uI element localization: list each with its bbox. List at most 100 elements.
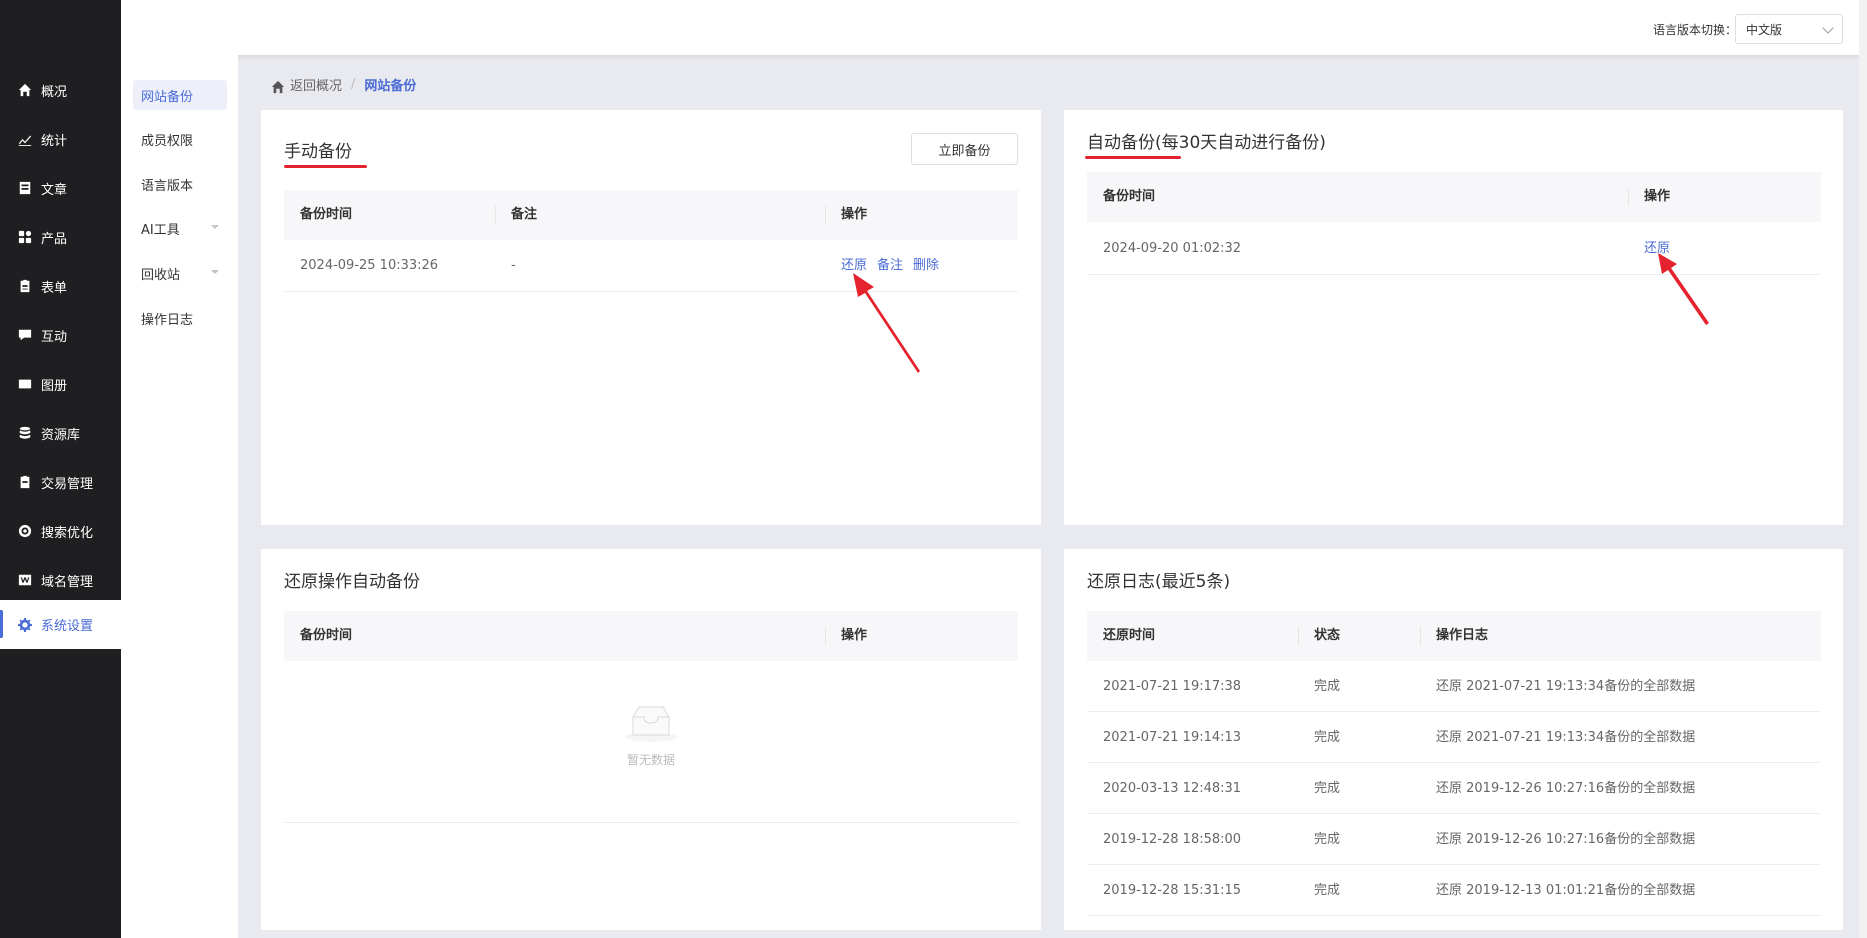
subnav-item-label: 成员权限	[141, 133, 194, 149]
restore-time-cell: 2019-12-28 15:31:15	[1103, 883, 1242, 898]
empty-inbox-icon	[284, 703, 1018, 747]
table-row: 2020-03-13 12:48:31 完成 还原 2019-12-26 10:…	[1087, 763, 1821, 814]
restore-log-card: 还原日志(最近5条) 还原时间 状态 操作日志 2021-07-21 19:17…	[1064, 549, 1843, 930]
backup-time-cell: 2024-09-25 10:33:26	[300, 258, 439, 273]
nav-item-statistics[interactable]: 统计	[0, 115, 121, 163]
settings-subnav: 网站备份 成员权限 语言版本 AI工具 回收站 操作日志	[121, 55, 238, 938]
breadcrumb-current: 网站备份	[364, 79, 417, 94]
empty-state: 暂无数据	[284, 703, 1018, 768]
clipboard-icon	[18, 279, 32, 293]
nav-item-label: 表单	[41, 280, 68, 296]
nav-item-articles[interactable]: 文章	[0, 164, 121, 212]
nav-item-resources[interactable]: 资源库	[0, 409, 121, 457]
nav-item-overview[interactable]: 概况	[0, 66, 121, 114]
nav-item-label: 产品	[41, 231, 68, 247]
column-header: 备份时间	[1103, 189, 1156, 204]
status-cell: 完成	[1314, 883, 1341, 898]
note-cell: -	[511, 258, 516, 273]
annotation-underline	[284, 165, 367, 168]
table-header: 还原时间 状态 操作日志	[1087, 611, 1821, 661]
status-cell: 完成	[1314, 679, 1341, 694]
nav-item-label: 资源库	[41, 427, 81, 443]
backup-now-button[interactable]: 立即备份	[911, 133, 1018, 165]
table-row: 2021-07-21 19:17:38 完成 还原 2021-07-21 19:…	[1087, 661, 1821, 712]
column-header: 操作日志	[1420, 611, 1488, 661]
table-header: 备份时间 备注 操作	[284, 190, 1018, 240]
nav-item-products[interactable]: 产品	[0, 213, 121, 261]
breadcrumb-home-label: 返回概况	[290, 79, 343, 94]
language-select[interactable]: 中文版	[1735, 14, 1843, 44]
empty-text: 暂无数据	[626, 753, 675, 767]
breadcrumb-home[interactable]: 返回概况	[271, 75, 342, 94]
annotation-underline	[1085, 156, 1181, 159]
subnav-item-label: 网站备份	[141, 89, 194, 105]
status-cell: 完成	[1314, 832, 1341, 847]
column-header: 备注	[495, 190, 537, 240]
grid-icon	[18, 230, 32, 244]
column-header: 还原时间	[1103, 628, 1156, 643]
main-sidebar: 概况 统计 文章 产品 表单 互动 图册 资源库 交易管理 搜索优化 域名管理	[0, 0, 121, 938]
subnav-item-language-version[interactable]: 语言版本	[133, 169, 227, 199]
nav-item-label: 概况	[41, 84, 68, 100]
log-cell: 还原 2021-07-21 19:13:34备份的全部数据	[1436, 679, 1696, 694]
subnav-item-website-backup[interactable]: 网站备份	[133, 80, 227, 110]
log-cell: 还原 2019-12-26 10:27:16备份的全部数据	[1436, 832, 1696, 847]
document-icon	[18, 181, 32, 195]
restore-auto-backup-title: 还原操作自动备份	[284, 572, 420, 592]
column-header: 操作	[825, 611, 867, 661]
target-icon	[18, 524, 32, 538]
subnav-item-label: 回收站	[141, 267, 181, 283]
table-row: 2021-07-21 19:14:13 完成 还原 2021-07-21 19:…	[1087, 712, 1821, 763]
auto-backup-card: 自动备份(每30天自动进行备份) 备份时间 操作 2024-09-20 01:0…	[1064, 110, 1843, 525]
page-scrollbar[interactable]	[1859, 0, 1867, 938]
restore-log-table: 还原时间 状态 操作日志 2021-07-21 19:17:38 完成 还原 2…	[1087, 611, 1821, 921]
subnav-item-ai-tools[interactable]: AI工具	[133, 213, 227, 243]
backup-time-cell: 2024-09-20 01:02:32	[1103, 241, 1242, 256]
subnav-item-operation-log[interactable]: 操作日志	[133, 303, 227, 333]
restore-auto-backup-card: 还原操作自动备份 备份时间 操作 暂无数据	[261, 549, 1041, 930]
table-header: 备份时间 操作	[284, 611, 1018, 661]
nav-item-label: 互动	[41, 329, 68, 345]
table-header: 备份时间 操作	[1087, 172, 1821, 222]
nav-item-label: 交易管理	[41, 476, 94, 492]
w-icon	[18, 573, 32, 587]
column-header: 备份时间	[300, 207, 353, 222]
nav-item-interaction[interactable]: 互动	[0, 311, 121, 359]
nav-item-label: 搜索优化	[41, 525, 94, 541]
breadcrumb: 返回概况 / 网站备份	[271, 75, 416, 94]
nav-item-seo[interactable]: 搜索优化	[0, 507, 121, 555]
nav-item-forms[interactable]: 表单	[0, 262, 121, 310]
column-header: 操作	[825, 190, 867, 240]
gear-icon	[18, 617, 32, 632]
database-icon	[18, 426, 32, 440]
manual-backup-title: 手动备份	[284, 142, 352, 162]
subnav-item-label: AI工具	[141, 222, 180, 238]
annotation-arrow	[853, 273, 920, 373]
language-switch-label: 语言版本切换：	[1652, 23, 1737, 37]
restore-time-cell: 2021-07-21 19:14:13	[1103, 730, 1242, 745]
nav-item-album[interactable]: 图册	[0, 360, 121, 408]
nav-item-label: 统计	[41, 133, 68, 149]
auto-backup-title: 自动备份(每30天自动进行备份)	[1087, 133, 1326, 153]
nav-item-transactions[interactable]: 交易管理	[0, 458, 121, 506]
nav-item-label: 系统设置	[41, 619, 94, 634]
chevron-down-icon	[1822, 22, 1834, 34]
table-row: 2019-12-28 18:58:00 完成 还原 2019-12-26 10:…	[1087, 814, 1821, 865]
caret-down-icon	[211, 225, 219, 229]
subnav-item-member-permissions[interactable]: 成员权限	[133, 124, 227, 154]
nav-item-settings[interactable]: 系统设置	[0, 600, 121, 649]
restore-time-cell: 2019-12-28 18:58:00	[1103, 832, 1242, 847]
nav-item-label: 图册	[41, 378, 68, 394]
table-row: 2019-12-28 15:31:15 完成 还原 2019-12-13 01:…	[1087, 865, 1821, 916]
nav-item-label: 域名管理	[41, 574, 94, 590]
log-cell: 还原 2019-12-13 01:01:21备份的全部数据	[1436, 883, 1696, 898]
subnav-item-recycle-bin[interactable]: 回收站	[133, 258, 227, 288]
caret-down-icon	[211, 270, 219, 274]
log-cell: 还原 2021-07-21 19:13:34备份的全部数据	[1436, 730, 1696, 745]
nav-item-domains[interactable]: 域名管理	[0, 556, 121, 604]
column-header: 操作	[1628, 172, 1670, 222]
restore-log-title: 还原日志(最近5条)	[1087, 572, 1231, 592]
annotation-arrow	[1658, 253, 1709, 325]
restore-time-cell: 2021-07-21 19:17:38	[1103, 679, 1242, 694]
restore-time-cell: 2020-03-13 12:48:31	[1103, 781, 1242, 796]
